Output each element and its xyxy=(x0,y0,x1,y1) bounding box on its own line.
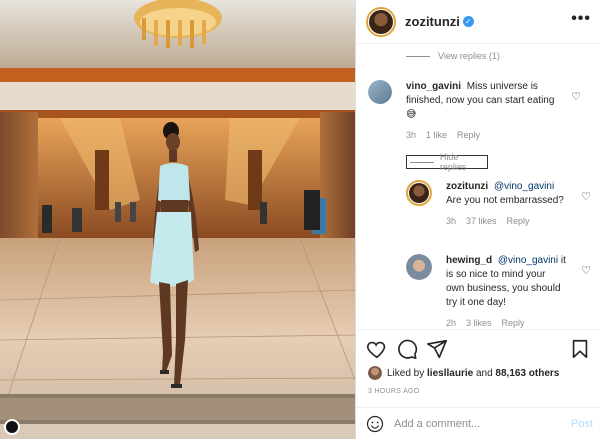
replies-divider-line xyxy=(406,55,430,57)
comment-input[interactable] xyxy=(394,418,554,430)
action-bar xyxy=(366,338,591,362)
reply-mention[interactable]: @vino_gavini xyxy=(498,255,558,266)
reply-button[interactable]: Reply xyxy=(502,318,525,328)
verified-badge-icon: ✓ xyxy=(462,16,474,27)
likes-conjunction: and xyxy=(475,367,493,379)
likes-prefix: Liked by xyxy=(387,367,425,379)
reply-likes-count[interactable]: 37 likes xyxy=(466,216,497,226)
reply-item: zozitunzi @vino_gavini Are you not embar… xyxy=(406,180,591,226)
share-send-icon[interactable] xyxy=(426,338,448,360)
instagram-post-window: zozitunzi ✓ ••• View replies (1) vino_ga… xyxy=(0,0,600,439)
commenter-username[interactable]: vino_gavini xyxy=(406,81,461,92)
hide-replies-label: Hide replies xyxy=(439,152,467,172)
reply-mention[interactable]: @vino_gavini xyxy=(494,181,554,192)
post-details-panel: zozitunzi ✓ ••• View replies (1) vino_ga… xyxy=(355,0,600,439)
comment-time: 3h xyxy=(406,130,417,140)
liker-avatar[interactable] xyxy=(368,366,382,380)
likes-summary: Liked by liesllaurie and 88,163 others xyxy=(368,366,559,380)
replier-avatar[interactable] xyxy=(406,254,432,280)
author-username[interactable]: zozitunzi xyxy=(405,14,460,29)
reply-meta: 2h 3 likes Reply xyxy=(446,318,591,328)
comment-likes-count[interactable]: 1 like xyxy=(426,130,447,140)
view-replies-link[interactable]: View replies (1) xyxy=(406,51,500,61)
post-photo[interactable] xyxy=(0,0,355,439)
photo-illustration xyxy=(0,0,355,439)
reply-body: Are you not embarrassed? xyxy=(446,195,564,206)
more-options-icon[interactable]: ••• xyxy=(571,11,591,27)
like-reply-heart-icon[interactable]: ♡ xyxy=(581,264,591,277)
reply-meta: 3h 37 likes Reply xyxy=(446,216,591,226)
replier-username[interactable]: hewing_d xyxy=(446,255,492,266)
like-comment-heart-icon[interactable]: ♡ xyxy=(571,90,581,103)
post-comment-button[interactable]: Post xyxy=(571,418,593,430)
comment-item: vino_gavini Miss universe is finished, n… xyxy=(368,80,593,140)
like-heart-icon[interactable] xyxy=(366,338,388,360)
hide-replies-link[interactable]: Hide replies xyxy=(406,152,488,172)
save-bookmark-icon[interactable] xyxy=(569,338,591,360)
reply-button[interactable]: Reply xyxy=(457,130,480,140)
replier-username[interactable]: zozitunzi xyxy=(446,181,488,192)
reply-text: zozitunzi @vino_gavini Are you not embar… xyxy=(446,180,566,208)
replier-avatar[interactable] xyxy=(406,180,432,206)
comment-meta: 3h 1 like Reply xyxy=(406,130,593,140)
comment-emoji: 😅 xyxy=(406,109,417,120)
view-replies-label: View replies (1) xyxy=(438,51,500,61)
post-actions: Liked by liesllaurie and 88,163 others 3… xyxy=(356,329,600,439)
author-avatar[interactable] xyxy=(366,6,396,37)
add-comment-bar: Post xyxy=(356,407,600,439)
reply-time: 2h xyxy=(446,318,457,328)
reply-text: hewing_d @vino_gavini it is so nice to m… xyxy=(446,254,566,310)
comment-text: vino_gavini Miss universe is finished, n… xyxy=(406,80,566,122)
reply-time: 3h xyxy=(446,216,457,226)
commenter-avatar[interactable] xyxy=(368,80,392,104)
post-header: zozitunzi ✓ ••• xyxy=(356,0,600,44)
photo-corner-icon xyxy=(4,419,20,435)
post-timestamp[interactable]: 3 HOURS AGO xyxy=(368,388,420,395)
liker-username[interactable]: liesllaurie xyxy=(427,368,473,379)
comments-list[interactable]: View replies (1) vino_gavini Miss univer… xyxy=(356,44,600,329)
comment-bubble-icon[interactable] xyxy=(396,338,418,360)
reply-likes-count[interactable]: 3 likes xyxy=(466,318,492,328)
replies-divider-line xyxy=(410,161,434,163)
emoji-smiley-icon[interactable] xyxy=(366,415,384,433)
likes-others-count[interactable]: 88,163 others xyxy=(495,368,559,379)
reply-item: hewing_d @vino_gavini it is so nice to m… xyxy=(406,254,591,328)
like-reply-heart-icon[interactable]: ♡ xyxy=(581,190,591,203)
reply-button[interactable]: Reply xyxy=(507,216,530,226)
